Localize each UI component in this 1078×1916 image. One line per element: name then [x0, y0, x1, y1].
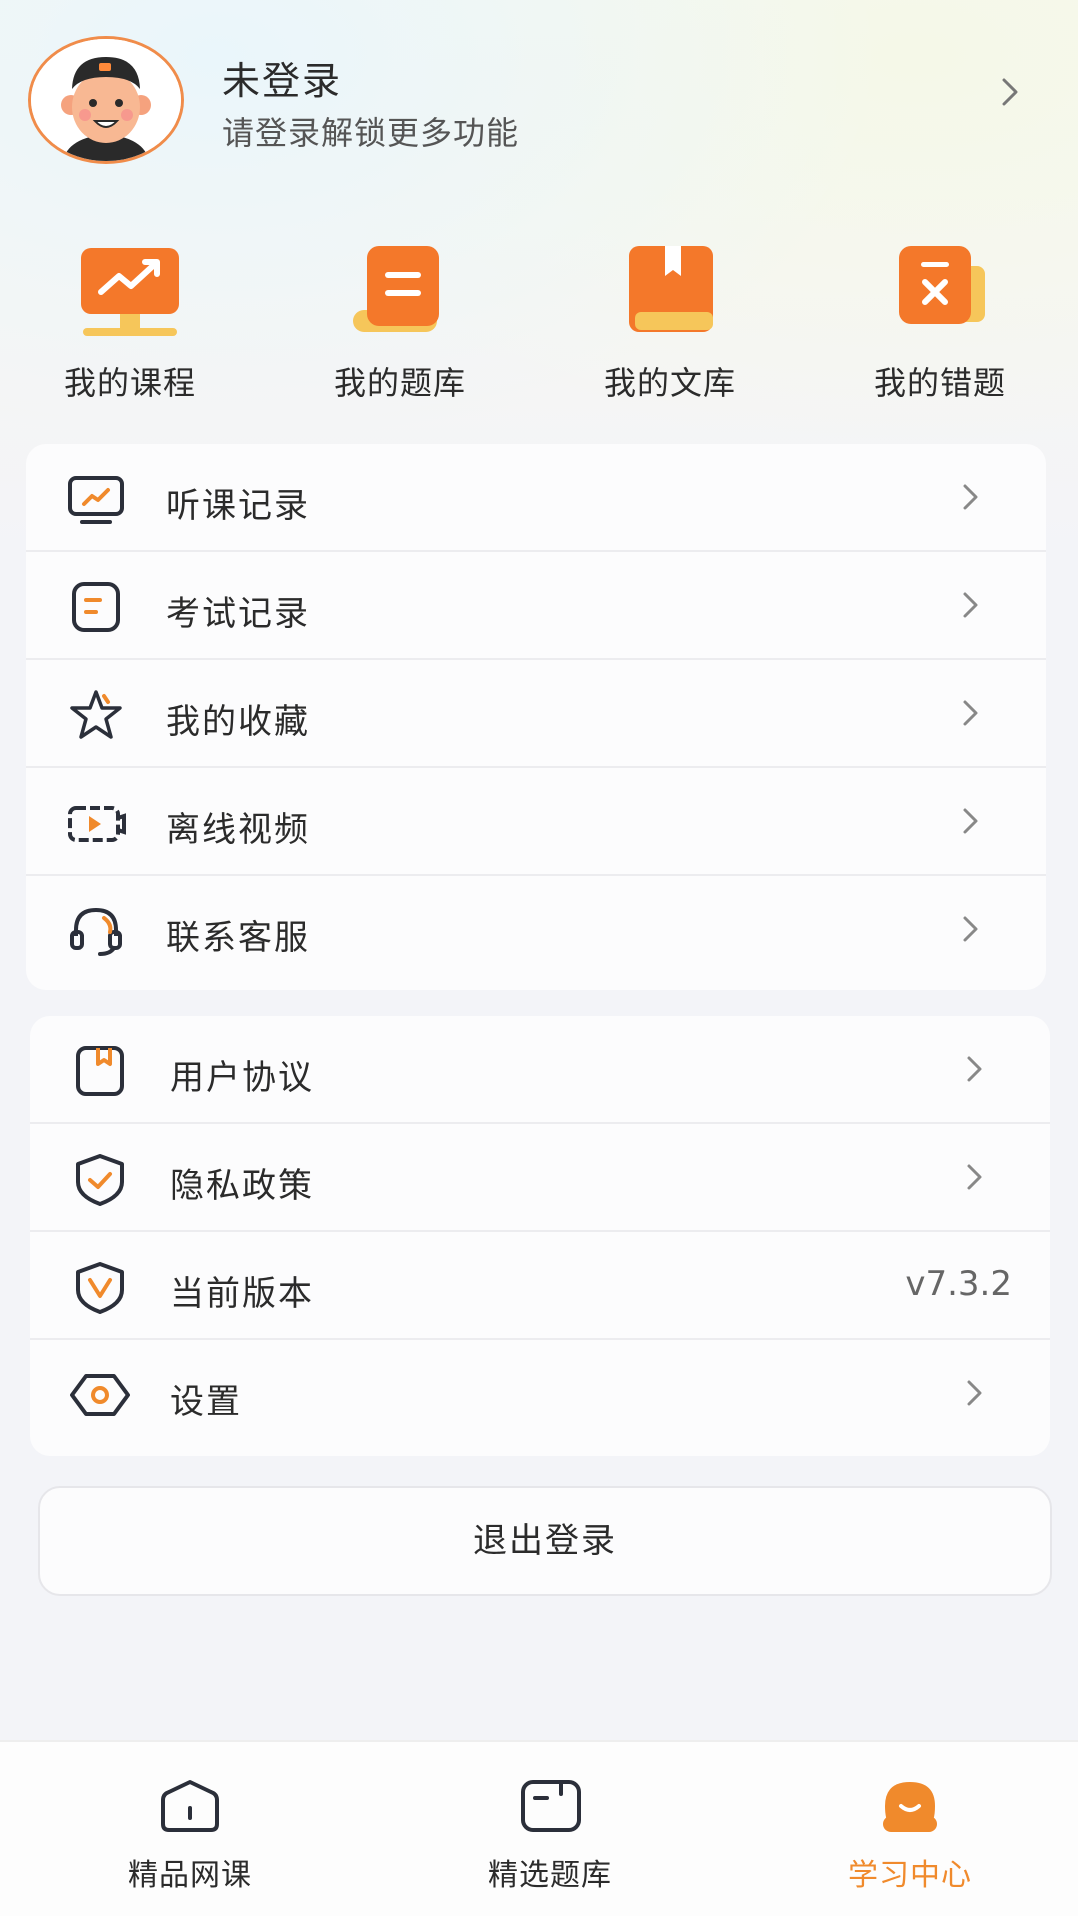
quick-action-label: 我的题库 [333, 364, 466, 402]
quick-action-my-courses[interactable]: 我的课程 [20, 240, 240, 410]
logout-button[interactable]: 退出登录 [38, 1486, 1052, 1596]
chevron-right-icon [967, 1380, 982, 1406]
profile-header[interactable]: 未登录 请登录解锁更多功能 [28, 36, 1028, 166]
tab-label: 精品网课 [128, 1858, 252, 1893]
tab-label: 学习中心 [848, 1858, 972, 1893]
menu-item-user-agreement[interactable]: 用户协议 [30, 1016, 1050, 1124]
quick-action-my-wrong-questions[interactable]: 我的错题 [830, 240, 1050, 410]
course-monitor-icon [81, 248, 179, 336]
menu-item-label: 我的收藏 [166, 702, 310, 742]
chevron-right-icon [967, 1164, 982, 1190]
offline-video-icon [68, 806, 126, 842]
quick-action-my-library[interactable]: 我的文库 [560, 240, 780, 410]
tab-selected-questions[interactable]: 精选题库 [430, 1742, 670, 1916]
settings-icon [70, 1374, 130, 1416]
avatar[interactable] [28, 36, 184, 164]
quick-action-label: 我的课程 [63, 364, 196, 402]
chevron-right-icon [963, 592, 978, 618]
question-bank-tab-icon [521, 1780, 581, 1832]
menu-item-label: 考试记录 [166, 594, 310, 634]
chevron-right-icon [967, 1056, 982, 1082]
quick-action-my-question-bank[interactable]: 我的题库 [290, 240, 510, 410]
menu-item-settings[interactable]: 设置 [30, 1340, 1050, 1448]
menu-item-customer-service[interactable]: 联系客服 [26, 876, 1046, 984]
version-icon [76, 1262, 124, 1314]
menu-item-privacy-policy[interactable]: 隐私政策 [30, 1124, 1050, 1232]
chevron-right-icon[interactable] [990, 72, 1030, 112]
chevron-right-icon [963, 700, 978, 726]
tab-learning-center[interactable]: 学习中心 [790, 1742, 1030, 1916]
home-courses-icon [161, 1780, 219, 1832]
learning-center-icon [883, 1782, 937, 1832]
secondary-menu-card: 用户协议 隐私政策 当前版本 v7.3.2 设置 [30, 1016, 1050, 1456]
library-book-icon [629, 246, 713, 332]
login-status-title: 未登录 [222, 59, 343, 103]
lecture-history-icon [68, 476, 124, 524]
menu-item-label: 用户协议 [170, 1058, 314, 1098]
privacy-shield-icon [76, 1154, 124, 1206]
headset-icon [70, 907, 122, 956]
quick-action-label: 我的错题 [873, 364, 1006, 402]
menu-item-label: 当前版本 [170, 1274, 314, 1314]
menu-item-exam-record[interactable]: 考试记录 [26, 552, 1046, 660]
agreement-icon [76, 1046, 124, 1096]
chevron-right-icon [963, 808, 978, 834]
menu-item-lecture-history[interactable]: 听课记录 [26, 444, 1046, 552]
tab-label: 精选题库 [488, 1858, 612, 1893]
menu-item-label: 离线视频 [166, 810, 310, 850]
menu-item-current-version[interactable]: 当前版本 v7.3.2 [30, 1232, 1050, 1340]
bottom-tab-bar: 精品网课 精选题库 学习中心 [0, 1740, 1078, 1916]
menu-item-label: 隐私政策 [170, 1166, 314, 1206]
question-bank-icon [353, 246, 439, 332]
wrong-questions-icon [899, 246, 985, 324]
menu-item-label: 联系客服 [166, 918, 310, 958]
chevron-right-icon [963, 484, 978, 510]
quick-actions: 我的课程 我的题库 我的文库 我的错题 [0, 240, 1078, 420]
version-number: v7.3.2 [905, 1264, 1012, 1304]
star-icon [70, 690, 122, 739]
primary-menu-card: 听课记录 考试记录 我的收藏 离线视频 联系客服 [26, 444, 1046, 990]
menu-item-label: 设置 [170, 1382, 242, 1422]
login-hint-subtitle: 请登录解锁更多功能 [222, 114, 520, 152]
tab-premium-courses[interactable]: 精品网课 [70, 1742, 310, 1916]
quick-action-label: 我的文库 [603, 364, 736, 402]
menu-item-favorites[interactable]: 我的收藏 [26, 660, 1046, 768]
menu-item-label: 听课记录 [166, 486, 310, 526]
exam-record-icon [72, 582, 120, 632]
chevron-right-icon [963, 916, 978, 942]
menu-item-offline-video[interactable]: 离线视频 [26, 768, 1046, 876]
